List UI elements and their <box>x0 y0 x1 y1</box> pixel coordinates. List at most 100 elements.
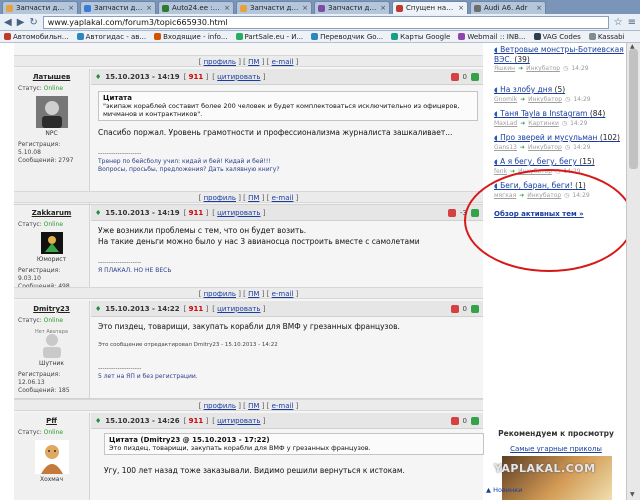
recommend-link[interactable]: Самые угарные приколы <box>486 445 626 453</box>
speech-bubble-icon: ◖ <box>494 46 498 54</box>
profile-link[interactable]: профиль <box>204 402 236 410</box>
author-name[interactable]: Латышев <box>18 73 85 81</box>
pm-link[interactable]: ПМ <box>248 290 259 298</box>
forum-post: Dmitry23 Статус: Online Нет Аватара Шутн… <box>14 301 483 399</box>
browser-tab[interactable]: Запчасти для а× <box>314 1 390 14</box>
url-input[interactable]: www.yaplakal.com/forum3/topic665930.html <box>42 15 609 29</box>
signature-text: Тренер по бейсболу учил: кидай и бей! Ки… <box>98 158 271 165</box>
user-rank: Хохмач <box>39 476 64 483</box>
close-icon[interactable]: × <box>224 4 230 12</box>
post-link-icon[interactable]: ♦ <box>95 417 101 425</box>
menu-icon[interactable]: ≡ <box>628 17 636 28</box>
post-rating: 911 <box>188 416 204 425</box>
browser-tab[interactable]: Запчасти для а× <box>80 1 156 14</box>
star-icon[interactable]: ☆ <box>614 17 623 28</box>
back-icon[interactable]: ◀ <box>4 17 12 28</box>
bookmark-item[interactable]: Переводчик Go... <box>311 33 383 41</box>
post-link-icon[interactable]: ♦ <box>95 209 101 217</box>
bookmark-icon <box>4 33 11 40</box>
pm-link[interactable]: ПМ <box>248 194 259 202</box>
bookmark-item[interactable]: Webmail :: INB... <box>458 33 526 41</box>
bookmark-item[interactable]: PartSale.eu - И... <box>235 33 303 41</box>
pm-link[interactable]: ПМ <box>248 58 259 66</box>
email-link[interactable]: e-mail <box>272 58 294 66</box>
no-avatar-label: Нет Аватара <box>35 329 68 335</box>
user-card: Pff Статус: Online Хохмач <box>14 413 90 500</box>
post-text: Угу, 100 лет назад тоже заказывали. Види… <box>104 466 405 475</box>
forward-icon[interactable]: ▶ <box>17 17 25 28</box>
browser-tab[interactable]: Запчасти для а× <box>2 1 78 14</box>
topic-title[interactable]: Таня Tayla в Instagram <box>500 109 587 118</box>
forum-post: Pff Статус: Online Хохмач ♦ 15.10.2013 -… <box>14 413 484 500</box>
vote-up-icon[interactable] <box>471 208 479 217</box>
speech-bubble-icon: ◖ <box>494 86 498 94</box>
email-link[interactable]: e-mail <box>272 290 294 298</box>
email-link[interactable]: e-mail <box>272 402 294 410</box>
bookmark-item[interactable]: Kassabi <box>588 33 625 41</box>
topic-title[interactable]: А я бегу, бегу, бегу <box>500 157 577 166</box>
author-name[interactable]: Zakkarum <box>18 209 85 217</box>
quote-link[interactable]: цитировать <box>217 305 260 313</box>
more-link[interactable]: ▲ Новинки <box>486 486 522 494</box>
close-icon[interactable]: × <box>146 4 152 12</box>
topic-meta: MaxLad ➜ Картинки ◷ 14:29 <box>494 120 588 127</box>
quote-link[interactable]: цитировать <box>217 73 260 81</box>
bookmark-item[interactable]: Карты Google <box>391 33 450 41</box>
profile-link[interactable]: профиль <box>204 290 236 298</box>
tab-bar: Запчасти для а× Запчасти для а× Auto24.e… <box>0 0 640 14</box>
bookmark-item[interactable]: Автогидас - ав... <box>76 33 146 41</box>
browser-tab[interactable]: Audi A6. Adr × <box>470 1 546 14</box>
post-link-icon[interactable]: ♦ <box>95 73 101 81</box>
post-text: Спасибо поржал. Уровень грамотности и пр… <box>98 128 453 137</box>
browser-tab-active[interactable]: Спущен на вод× <box>392 1 468 14</box>
signature-separator: -------------------- <box>98 150 142 157</box>
close-icon[interactable]: × <box>380 4 386 12</box>
post-link-icon[interactable]: ♦ <box>95 305 101 313</box>
profile-link[interactable]: профиль <box>204 58 236 66</box>
profile-link[interactable]: профиль <box>204 194 236 202</box>
post-score: 0 <box>462 416 467 425</box>
scrollbar[interactable]: ▲ ▼ <box>626 43 640 500</box>
vote-up-icon[interactable] <box>471 304 479 313</box>
vote-down-icon[interactable] <box>448 208 457 217</box>
close-icon[interactable]: × <box>68 4 74 12</box>
vote-up-icon[interactable] <box>471 416 479 425</box>
quote-link[interactable]: цитировать <box>217 417 260 425</box>
post-body: Уже возникли проблемы с тем, что он буде… <box>98 225 478 275</box>
close-icon[interactable]: × <box>458 4 464 12</box>
close-icon[interactable]: × <box>536 4 542 12</box>
vote-up-icon[interactable] <box>471 72 479 81</box>
quote-link[interactable]: цитировать <box>217 209 260 217</box>
vote-down-icon[interactable] <box>450 304 459 313</box>
bookmark-item[interactable]: Входящие - info... <box>154 33 228 41</box>
quote-block: Цитата "экипаж кораблей составит более 2… <box>98 91 478 121</box>
author-name[interactable]: Pff <box>18 417 85 425</box>
page-viewport: [ профиль ] [ ПМ ] [ e-mail ] Латышев Ст… <box>0 43 640 500</box>
scroll-down-icon[interactable]: ▼ <box>630 491 635 498</box>
author-name[interactable]: Dmitry23 <box>18 305 85 313</box>
post-header: ♦ 15.10.2013 - 14:19 [ 911 ] [ цитироват… <box>91 205 483 221</box>
reload-icon[interactable]: ↻ <box>29 17 37 28</box>
topic-title[interactable]: Про зверей и мусульман <box>500 133 597 142</box>
bookmark-icon <box>76 33 84 40</box>
post-score: 0 <box>462 72 467 81</box>
browser-tab[interactable]: Auto24.ee : за × <box>158 1 234 14</box>
bookmark-item[interactable]: Автомобильн... <box>4 33 69 41</box>
clock-icon: ◷ <box>564 192 570 199</box>
scrollbar-thumb[interactable] <box>629 49 638 169</box>
active-topics-overview-link[interactable]: Обзор активных тем » <box>494 210 584 218</box>
arrow-right-icon: ➜ <box>510 168 516 175</box>
page-margin <box>0 43 14 500</box>
vote-down-icon[interactable] <box>450 72 459 81</box>
email-link[interactable]: e-mail <box>272 194 294 202</box>
pm-link[interactable]: ПМ <box>248 402 259 410</box>
signature-text[interactable]: Вопросы, просьбы, предложения? Дать халя… <box>98 166 478 174</box>
close-icon[interactable]: × <box>302 4 308 12</box>
bookmark-item[interactable]: VAG Codes <box>533 33 581 41</box>
post-header: ♦ 15.10.2013 - 14:22 [ 911 ] [ цитироват… <box>91 301 483 317</box>
topic-title[interactable]: На злобу дня <box>500 85 552 94</box>
browser-tab[interactable]: Запчасти для а× <box>236 1 312 14</box>
site-watermark: YAPLAKAL.COM <box>494 462 596 475</box>
vote-down-icon[interactable] <box>450 416 459 425</box>
topic-title[interactable]: Беги, баран, беги! <box>500 181 573 190</box>
